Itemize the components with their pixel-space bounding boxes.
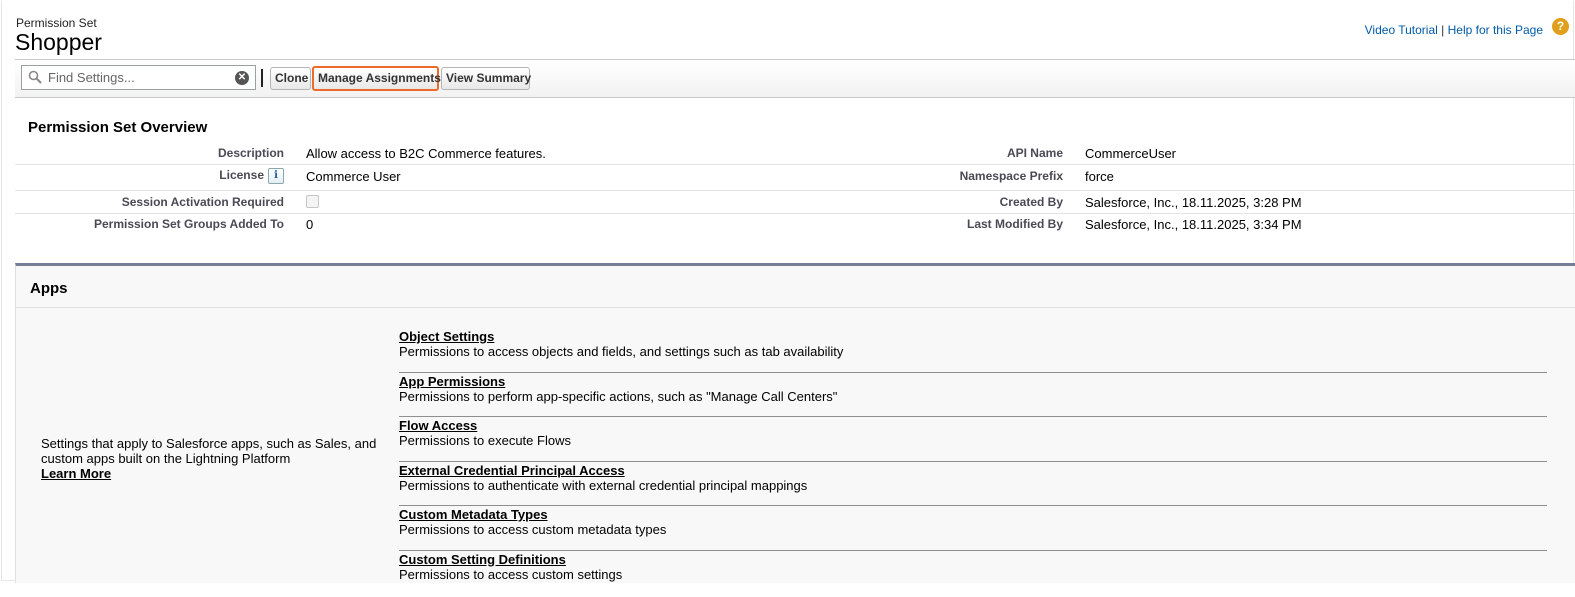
list-item-description: Permissions to access custom metadata ty… [399, 522, 667, 537]
clone-button[interactable]: Clone [270, 67, 311, 90]
list-item-description: Permissions to authenticate with externa… [399, 477, 808, 493]
license-label-group: License i [219, 168, 284, 184]
view-summary-button[interactable]: View Summary [441, 67, 531, 90]
list-item-description: Permissions to access custom settings [399, 566, 623, 582]
apps-header: Apps [16, 266, 1575, 308]
api-name-label: API Name [1006, 146, 1063, 160]
help-links: Video Tutorial | Help for this Page [1365, 23, 1543, 37]
api-name-value: CommerceUser [1085, 146, 1177, 161]
help-for-page-link[interactable]: Help for this Page [1448, 23, 1543, 37]
object-settings-link[interactable]: Object Settings [399, 329, 1547, 344]
list-item: Object Settings Permissions to access ob… [399, 328, 1547, 373]
overview-row-license: License i Commerce User Namespace Prefix … [15, 165, 1575, 191]
list-item-description: Permissions to execute Flows [399, 433, 571, 448]
last-modified-by-label: Last Modified By [966, 217, 1063, 231]
overview-row-groups: Permission Set Groups Added To 0 Last Mo… [15, 214, 1575, 237]
session-activation-value [306, 195, 319, 211]
app-permissions-link[interactable]: App Permissions [399, 374, 1547, 389]
description-value: Allow access to B2C Commerce features. [306, 146, 546, 161]
video-tutorial-link[interactable]: Video Tutorial [1365, 23, 1438, 37]
page-kicker: Permission Set [16, 16, 97, 30]
session-activation-checkbox [306, 195, 319, 208]
apps-list: Object Settings Permissions to access ob… [399, 328, 1547, 595]
namespace-prefix-label: Namespace Prefix [959, 169, 1063, 183]
search-icon [28, 70, 42, 84]
created-by-value: Salesforce, Inc., 18.11.2025, 3:28 PM [1085, 195, 1302, 210]
manage-assignments-button[interactable]: Manage Assignments [312, 66, 441, 91]
apps-description-text: Settings that apply to Salesforce apps, … [41, 436, 377, 466]
list-item-description: Permissions to access objects and fields… [399, 344, 844, 359]
list-item: External Credential Principal Access Per… [399, 462, 1547, 506]
external-credential-principal-access-link[interactable]: External Credential Principal Access [399, 463, 1547, 478]
help-links-separator: | [1437, 23, 1448, 37]
toolbar: ✕ Clone Manage Assignments View Summary [15, 59, 1575, 98]
list-item: Flow Access Permissions to execute Flows [399, 417, 1547, 462]
overview-row-description: Description Allow access to B2C Commerce… [15, 142, 1575, 165]
clear-search-icon[interactable]: ✕ [235, 71, 249, 85]
list-item-description: Permissions to perform app-specific acti… [399, 388, 838, 404]
help-icon[interactable]: ? [1552, 18, 1569, 35]
permission-set-groups-value: 0 [306, 217, 314, 232]
namespace-prefix-value: force [1085, 169, 1114, 184]
custom-setting-definitions-link[interactable]: Custom Setting Definitions [399, 552, 1547, 567]
flow-access-link[interactable]: Flow Access [399, 418, 1547, 433]
description-label: Description [217, 146, 284, 160]
search-box: ✕ [21, 65, 256, 90]
overview-title: Permission Set Overview [28, 119, 208, 136]
license-info-icon[interactable]: i [268, 168, 284, 184]
custom-metadata-types-link[interactable]: Custom Metadata Types [399, 507, 1547, 522]
license-value: Commerce User [306, 169, 401, 184]
page-title: Shopper [15, 29, 102, 55]
learn-more-link[interactable]: Learn More [41, 466, 386, 481]
license-label: License [219, 168, 264, 183]
list-item: Custom Metadata Types Permissions to acc… [399, 506, 1547, 551]
created-by-label: Created By [999, 195, 1063, 209]
permission-set-groups-label: Permission Set Groups Added To [93, 217, 284, 231]
toolbar-divider [261, 69, 263, 87]
session-activation-label: Session Activation Required [121, 195, 284, 209]
find-settings-input[interactable] [48, 68, 228, 87]
list-item: App Permissions Permissions to perform a… [399, 373, 1547, 417]
apps-section: Apps Settings that apply to Salesforce a… [15, 263, 1575, 583]
last-modified-by-value: Salesforce, Inc., 18.11.2025, 3:34 PM [1085, 217, 1302, 232]
list-item: Custom Setting Definitions Permissions t… [399, 551, 1547, 596]
apps-title: Apps [30, 280, 68, 297]
apps-description: Settings that apply to Salesforce apps, … [41, 436, 386, 481]
overview-row-session: Session Activation Required Created By S… [15, 191, 1575, 214]
